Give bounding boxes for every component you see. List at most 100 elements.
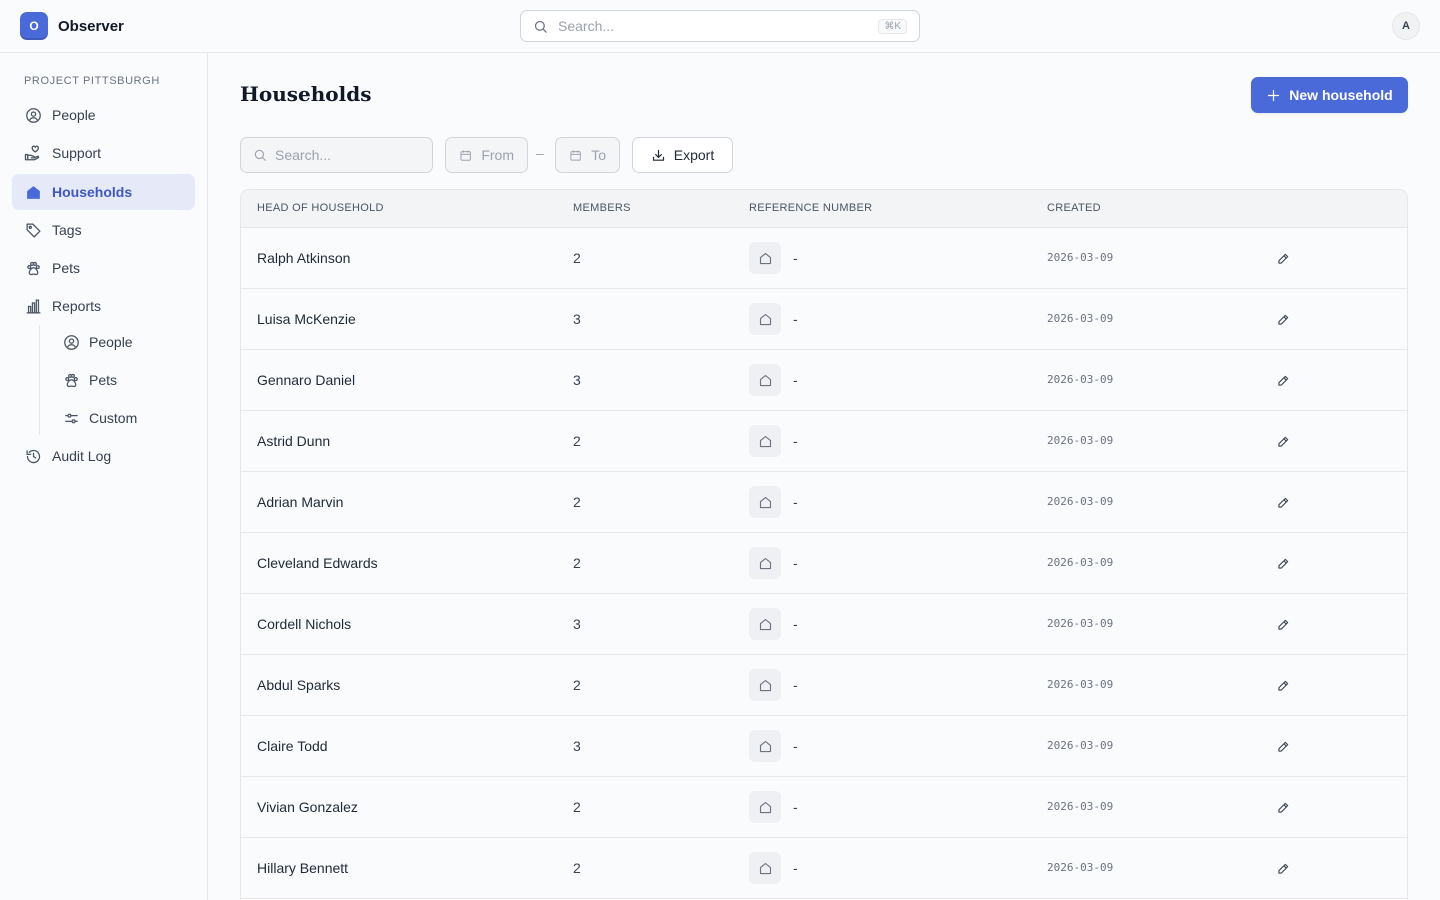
- head-of-household: Cordell Nichols: [257, 616, 352, 632]
- sidebar-item-reports[interactable]: Reports: [12, 288, 195, 324]
- edit-button[interactable]: [1271, 553, 1295, 575]
- column-header-reference[interactable]: REFERENCE NUMBER: [749, 202, 872, 214]
- pencil-icon: [1278, 741, 1289, 752]
- pencil-icon: [1278, 802, 1289, 813]
- home-outline-icon: [759, 557, 771, 569]
- sidebar-subitem-custom[interactable]: Custom: [50, 400, 195, 436]
- members-count: 3: [573, 311, 581, 327]
- table-row[interactable]: Hillary Bennett 2 - 2026-03-09: [241, 838, 1407, 899]
- sidebar-subitem-label: Pets: [89, 372, 118, 388]
- export-button[interactable]: Export: [632, 137, 733, 173]
- search-icon: [254, 149, 266, 161]
- edit-button[interactable]: [1271, 736, 1295, 758]
- sidebar-item-audit-log[interactable]: Audit Log: [12, 438, 195, 474]
- brand[interactable]: O Observer: [20, 12, 124, 40]
- table-search[interactable]: [240, 137, 433, 173]
- reference-number: -: [793, 860, 798, 876]
- reference-home-badge: [749, 364, 781, 396]
- sidebar-item-people[interactable]: People: [12, 97, 195, 133]
- edit-button[interactable]: [1271, 858, 1295, 880]
- sidebar-subitem-pets[interactable]: Pets: [50, 362, 195, 398]
- edit-button[interactable]: [1271, 675, 1295, 697]
- home-outline-icon: [759, 740, 771, 752]
- sidebar-subitem-label: Custom: [89, 410, 138, 426]
- table-row[interactable]: Vivian Gonzalez 2 - 2026-03-09: [241, 777, 1407, 838]
- home-outline-icon: [759, 618, 771, 630]
- sidebar-item-label: Audit Log: [52, 448, 112, 464]
- sliders-icon: [62, 409, 80, 427]
- edit-button[interactable]: [1271, 248, 1295, 270]
- reference-number: -: [793, 372, 798, 388]
- user-circle-icon: [24, 106, 42, 124]
- reference-home-badge: [749, 669, 781, 701]
- user-avatar[interactable]: A: [1392, 12, 1420, 40]
- sidebar-subitem-label: People: [89, 334, 133, 350]
- edit-button[interactable]: [1271, 492, 1295, 514]
- edit-button[interactable]: [1271, 370, 1295, 392]
- new-household-button[interactable]: New household: [1251, 77, 1408, 113]
- members-count: 2: [573, 555, 581, 571]
- table-row[interactable]: Abdul Sparks 2 - 2026-03-09: [241, 655, 1407, 716]
- home-outline-icon: [759, 801, 771, 813]
- sidebar-item-label: Tags: [52, 222, 82, 238]
- pencil-icon: [1278, 314, 1289, 325]
- column-header-head[interactable]: HEAD OF HOUSEHOLD: [257, 202, 384, 214]
- pencil-icon: [1278, 619, 1289, 630]
- members-count: 2: [573, 860, 581, 876]
- edit-button[interactable]: [1271, 797, 1295, 819]
- edit-button[interactable]: [1271, 614, 1295, 636]
- sidebar-subitem-people[interactable]: People: [50, 324, 195, 360]
- edit-button[interactable]: [1271, 431, 1295, 453]
- pencil-icon: [1278, 375, 1289, 386]
- table-row[interactable]: Cleveland Edwards 2 - 2026-03-09: [241, 533, 1407, 594]
- reference-home-badge: [749, 303, 781, 335]
- top-bar: O Observer ⌘K A: [0, 0, 1440, 53]
- edit-button[interactable]: [1271, 309, 1295, 331]
- head-of-household: Astrid Dunn: [257, 433, 331, 449]
- households-table: HEAD OF HOUSEHOLD MEMBERS REFERENCE NUMB…: [240, 189, 1408, 900]
- home-outline-icon: [759, 435, 771, 447]
- members-count: 3: [573, 616, 581, 632]
- global-search[interactable]: ⌘K: [520, 10, 920, 42]
- global-search-input[interactable]: [558, 18, 879, 34]
- reference-number: -: [793, 616, 798, 632]
- reference-number: -: [793, 494, 798, 510]
- reference-home-badge: [749, 425, 781, 457]
- export-label: Export: [673, 147, 715, 163]
- date-from-button[interactable]: From: [445, 137, 528, 173]
- table-row[interactable]: Cordell Nichols 3 - 2026-03-09: [241, 594, 1407, 655]
- reference-number: -: [793, 250, 798, 266]
- created-date: 2026-03-09: [1047, 861, 1114, 874]
- search-icon: [534, 20, 547, 33]
- table-row[interactable]: Claire Todd 3 - 2026-03-09: [241, 716, 1407, 777]
- members-count: 2: [573, 250, 581, 266]
- table-row[interactable]: Luisa McKenzie 3 - 2026-03-09: [241, 289, 1407, 350]
- reference-home-badge: [749, 547, 781, 579]
- created-date: 2026-03-09: [1047, 373, 1114, 386]
- sidebar-item-support[interactable]: Support: [12, 135, 195, 171]
- sidebar-item-households[interactable]: Households: [12, 174, 195, 210]
- sidebar-item-tags[interactable]: Tags: [12, 212, 195, 248]
- pencil-icon: [1278, 253, 1289, 264]
- sidebar-item-pets[interactable]: Pets: [12, 250, 195, 286]
- reference-home-badge: [749, 852, 781, 884]
- sidebar-item-label: Reports: [52, 298, 102, 314]
- table-row[interactable]: Adrian Marvin 2 - 2026-03-09: [241, 472, 1407, 533]
- head-of-household: Hillary Bennett: [257, 860, 349, 876]
- home-outline-icon: [759, 496, 771, 508]
- column-header-members[interactable]: MEMBERS: [573, 202, 631, 214]
- table-row[interactable]: Ralph Atkinson 2 - 2026-03-09: [241, 228, 1407, 289]
- members-count: 2: [573, 433, 581, 449]
- table-row[interactable]: Gennaro Daniel 3 - 2026-03-09: [241, 350, 1407, 411]
- table-row[interactable]: Astrid Dunn 2 - 2026-03-09: [241, 411, 1407, 472]
- table-search-input[interactable]: [275, 147, 415, 163]
- sidebar: PROJECT PITTSBURGH People Support Househ…: [0, 53, 208, 900]
- pencil-icon: [1278, 863, 1289, 874]
- column-header-created[interactable]: CREATED: [1047, 202, 1101, 214]
- paw-icon: [62, 371, 80, 389]
- home-icon: [24, 183, 42, 201]
- members-count: 2: [573, 494, 581, 510]
- home-outline-icon: [759, 679, 771, 691]
- date-to-button[interactable]: To: [555, 137, 620, 173]
- head-of-household: Cleveland Edwards: [257, 555, 378, 571]
